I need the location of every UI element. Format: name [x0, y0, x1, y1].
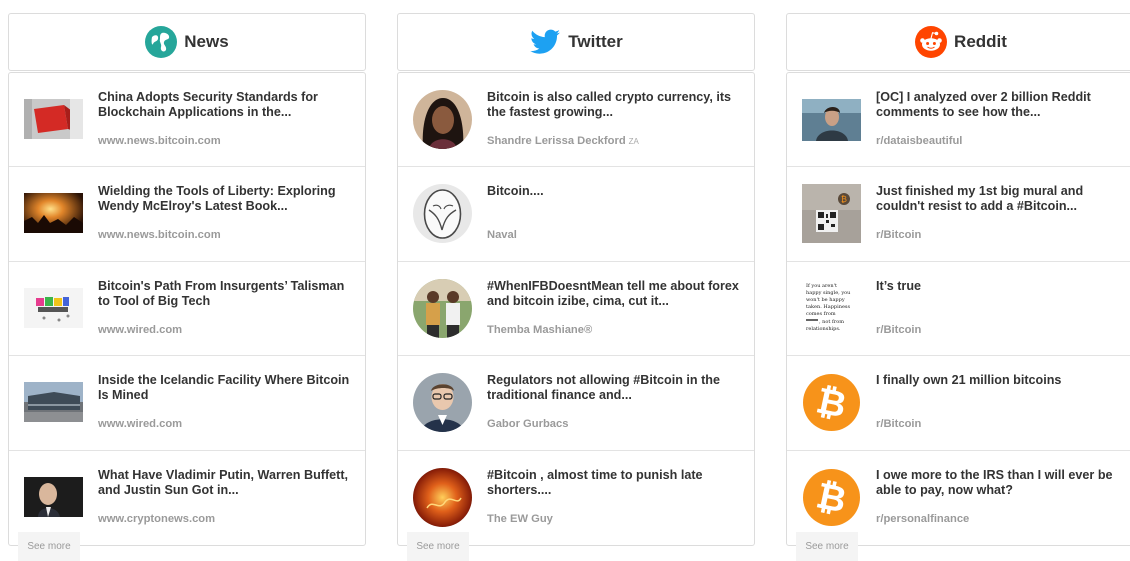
item-source: www.cryptonews.com	[98, 512, 216, 525]
news-thumbnail	[24, 287, 83, 328]
user-avatar	[413, 467, 472, 527]
list-item[interactable]: ₿ I finally own 21 million bitcoins r/Bi…	[787, 356, 1130, 451]
item-source: r/Bitcoin	[876, 229, 922, 242]
item-title[interactable]: Wielding the Tools of Liberty: Exploring…	[98, 184, 359, 214]
item-title[interactable]: What Have Vladimir Putin, Warren Buffett…	[98, 468, 359, 498]
item-title[interactable]: Regulators not allowing #Bitcoin in the …	[487, 373, 748, 403]
item-title[interactable]: Bitcoin....	[487, 184, 748, 199]
item-source: r/dataisbeautiful	[876, 135, 963, 147]
user-avatar	[413, 278, 472, 338]
list-item[interactable]: #Bitcoin , almost time to punish late sh…	[398, 451, 754, 545]
item-title[interactable]: China Adopts Security Standards for Bloc…	[98, 90, 359, 120]
item-source: www.news.bitcoin.com	[98, 135, 221, 147]
svg-text:₿: ₿	[841, 195, 847, 204]
thumb-text-line: relationships.	[806, 326, 841, 332]
reddit-title: Reddit	[954, 32, 1007, 51]
news-list: China Adopts Security Standards for Bloc…	[8, 72, 366, 546]
thumb-text-line: comes from	[806, 311, 836, 317]
item-title[interactable]: Bitcoin is also called crypto currency, …	[487, 90, 748, 120]
list-item[interactable]: [OC] I analyzed over 2 billion Reddit co…	[787, 73, 1130, 168]
thumb-text-line: If you aren't	[806, 283, 837, 289]
item-title[interactable]: #Bitcoin , almost time to punish late sh…	[487, 468, 748, 498]
twitter-column: Twitter Bitcoin is also called crypto cu…	[397, 13, 755, 546]
item-title[interactable]: Inside the Icelandic Facility Where Bitc…	[98, 373, 359, 403]
reddit-thumbnail: ₿	[802, 184, 861, 244]
item-title[interactable]: It’s true	[876, 279, 1129, 294]
item-source: Naval	[487, 229, 517, 242]
news-thumbnail	[24, 193, 83, 234]
item-title[interactable]: I owe more to the IRS than I will ever b…	[876, 468, 1129, 498]
item-title[interactable]: I finally own 21 million bitcoins	[876, 373, 1129, 388]
item-title[interactable]: [OC] I analyzed over 2 billion Reddit co…	[876, 90, 1129, 120]
item-source: www.wired.com	[98, 418, 183, 431]
item-source: r/personalfinance	[876, 512, 970, 525]
twitter-see-more-button[interactable]: See more	[407, 532, 469, 561]
thumb-text-line: happy single, you	[806, 290, 851, 296]
reddit-alien-icon	[915, 26, 948, 58]
item-source: Gabor Gurbacs	[487, 418, 569, 431]
news-thumbnail	[24, 382, 83, 423]
reddit-list: [OC] I analyzed over 2 billion Reddit co…	[786, 72, 1130, 546]
item-source: r/Bitcoin	[876, 418, 922, 431]
twitter-title: Twitter	[568, 32, 623, 51]
item-source: The EW Guy	[487, 512, 553, 525]
user-avatar	[413, 90, 472, 149]
list-item[interactable]: What Have Vladimir Putin, Warren Buffett…	[9, 451, 365, 545]
list-item[interactable]: ₿ I owe more to the IRS than I will ever…	[787, 451, 1130, 545]
thumb-text-line: , not from	[819, 319, 844, 325]
reddit-see-more-button[interactable]: See more	[796, 532, 858, 561]
news-thumbnail	[24, 476, 83, 517]
reddit-header: Reddit	[786, 13, 1130, 71]
news-title: News	[184, 32, 229, 51]
twitter-list: Bitcoin is also called crypto currency, …	[397, 72, 755, 546]
list-item[interactable]: If you aren't happy single, you won't be…	[787, 262, 1130, 357]
item-source: www.news.bitcoin.com	[98, 229, 221, 242]
news-column: News China Adopts Security Standards for…	[8, 13, 366, 546]
item-source: r/Bitcoin	[876, 323, 922, 336]
list-item[interactable]: ₿ Just finished my 1st big mural and cou…	[787, 167, 1130, 262]
globe-icon	[145, 26, 178, 58]
list-item[interactable]: Inside the Icelandic Facility Where Bitc…	[9, 356, 365, 451]
list-item[interactable]: Bitcoin.... Naval	[398, 167, 754, 262]
reddit-thumbnail	[802, 99, 861, 141]
reddit-column: Reddit [OC] I analyzed over 2 billion Re…	[786, 13, 1130, 546]
news-thumbnail	[24, 99, 83, 139]
twitter-bird-icon	[529, 26, 561, 58]
item-source: Shandre Lerissa Deckford ZA	[487, 135, 748, 147]
bitcoin-logo-icon: ₿	[802, 373, 861, 432]
item-title[interactable]: #WhenIFBDoesntMean tell me about forex a…	[487, 279, 748, 309]
list-item[interactable]: China Adopts Security Standards for Bloc…	[9, 73, 365, 168]
thumb-text-line: won't be happy	[806, 297, 845, 303]
item-title[interactable]: Bitcoin's Path From Insurgents’ Talisman…	[98, 279, 359, 309]
bitcoin-logo-icon: ₿	[802, 468, 861, 527]
user-avatar	[413, 184, 472, 244]
list-item[interactable]: Regulators not allowing #Bitcoin in the …	[398, 356, 754, 451]
list-item[interactable]: Wielding the Tools of Liberty: Exploring…	[9, 167, 365, 262]
reddit-thumbnail: If you aren't happy single, you won't be…	[802, 278, 861, 338]
author-name: Shandre Lerissa Deckford	[487, 135, 626, 147]
list-item[interactable]: Bitcoin is also called crypto currency, …	[398, 73, 754, 168]
country-code: ZA	[628, 137, 639, 146]
news-see-more-button[interactable]: See more	[18, 532, 80, 561]
item-title[interactable]: Just finished my 1st big mural and could…	[876, 184, 1129, 214]
item-source: www.wired.com	[98, 323, 183, 336]
list-item[interactable]: #WhenIFBDoesntMean tell me about forex a…	[398, 262, 754, 357]
item-source: Themba Mashiane®	[487, 323, 593, 336]
twitter-header: Twitter	[397, 13, 755, 71]
user-avatar	[413, 373, 472, 433]
list-item[interactable]: Bitcoin's Path From Insurgents’ Talisman…	[9, 262, 365, 357]
news-header: News	[8, 13, 366, 71]
thumb-text-line: taken. Happiness	[806, 304, 850, 310]
